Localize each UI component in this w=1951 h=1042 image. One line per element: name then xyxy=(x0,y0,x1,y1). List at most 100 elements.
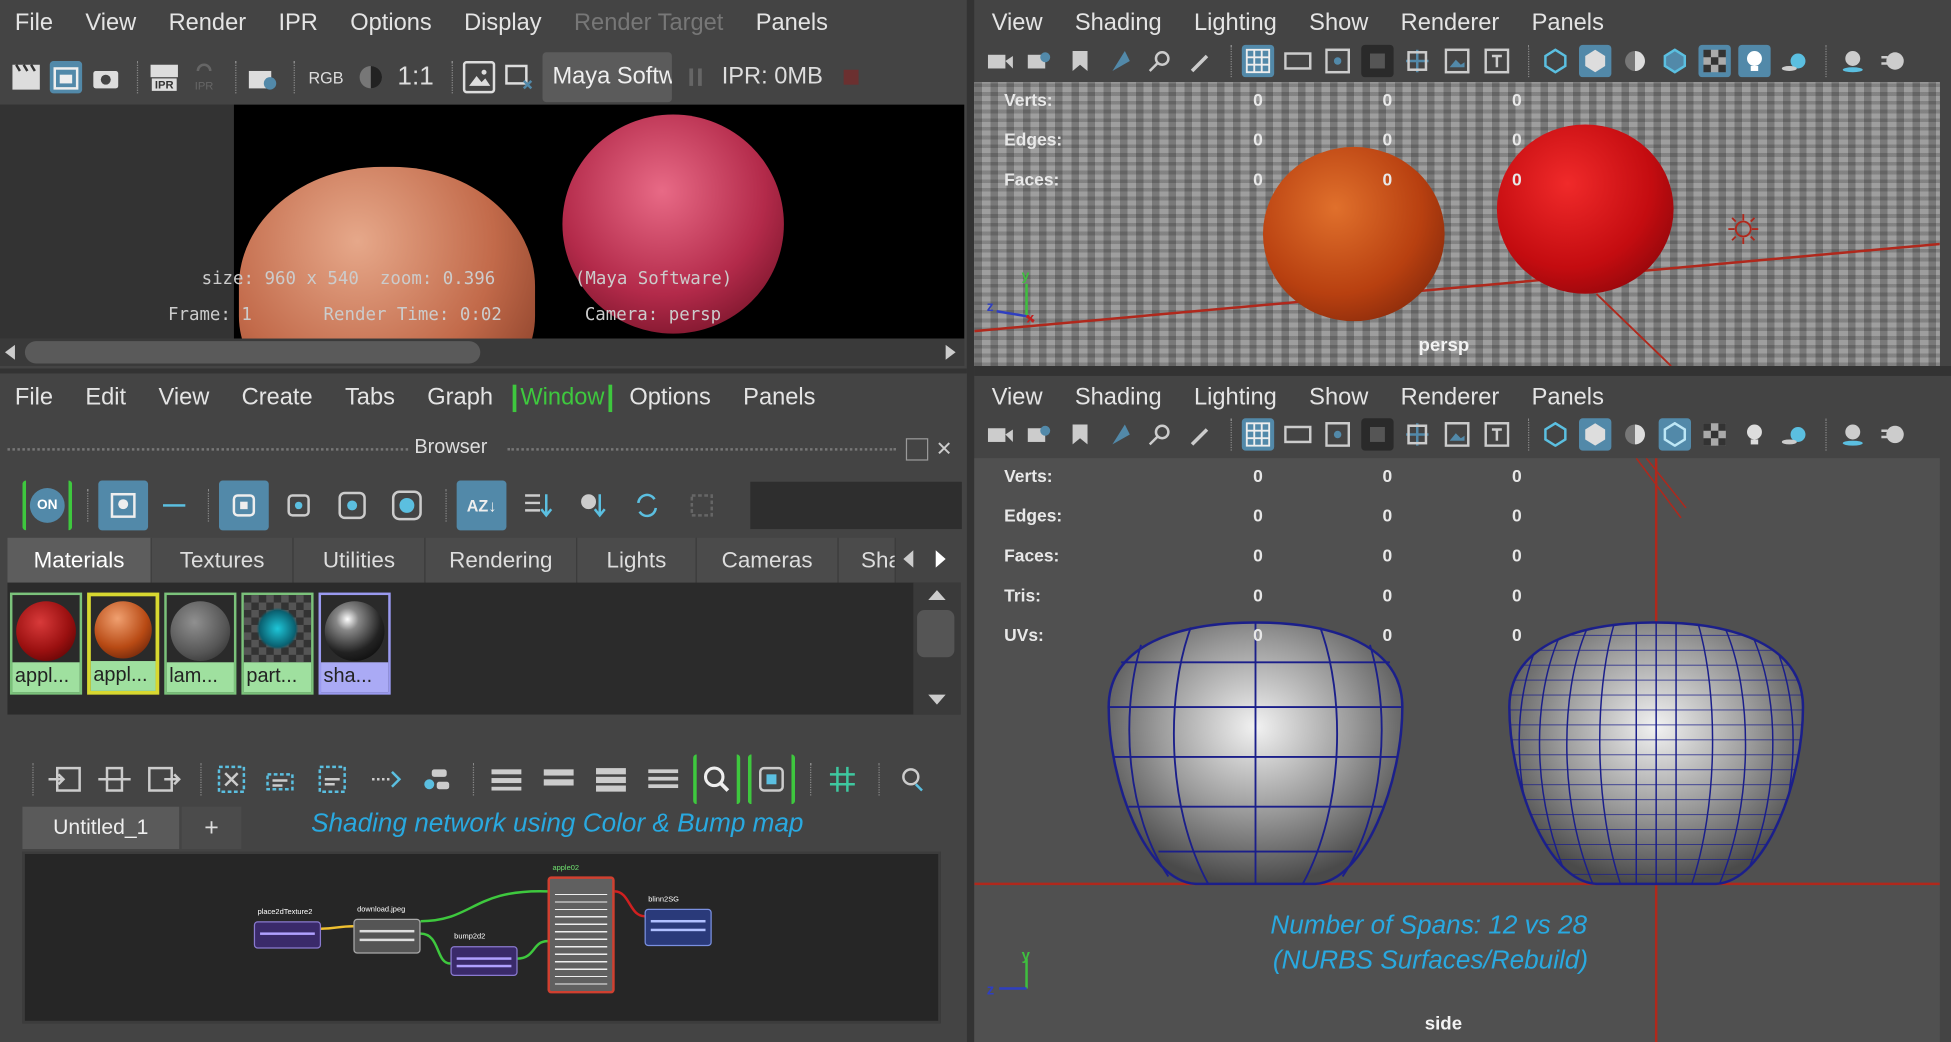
refresh-ipr-icon[interactable]: IPR xyxy=(188,61,220,93)
menu-options[interactable]: Options xyxy=(629,385,710,412)
textured-icon[interactable] xyxy=(1698,418,1730,450)
light-locator-icon[interactable] xyxy=(1726,212,1761,247)
smooth-shade-icon[interactable] xyxy=(1579,44,1612,78)
textured-icon[interactable] xyxy=(1698,44,1731,78)
2d-pan-zoom-icon[interactable] xyxy=(1144,418,1176,450)
custom-mode-icon[interactable] xyxy=(641,758,686,800)
output-connections-icon[interactable] xyxy=(143,758,185,800)
input-connections-icon[interactable] xyxy=(44,758,86,800)
scroll-right-arrow[interactable] xyxy=(945,344,956,360)
material-swatch[interactable]: part... xyxy=(241,592,314,695)
tab-utilities[interactable]: Utilities xyxy=(293,537,426,583)
menu-panels[interactable]: Panels xyxy=(1532,10,1604,37)
graph-tab-untitled[interactable]: Untitled_1 xyxy=(22,806,180,850)
camera-icon[interactable] xyxy=(984,418,1016,450)
render-clapper-icon[interactable] xyxy=(10,61,42,93)
field-chart-icon[interactable] xyxy=(1401,418,1433,450)
material-swatch[interactable]: appl... xyxy=(87,592,160,695)
film-gate-icon[interactable] xyxy=(1282,418,1314,450)
menu-view[interactable]: View xyxy=(992,385,1043,412)
add-selected-icon[interactable] xyxy=(259,758,304,800)
use-all-lights-icon[interactable] xyxy=(1738,44,1771,78)
display-image-icon[interactable] xyxy=(462,61,496,94)
render-horizontal-scrollbar[interactable] xyxy=(0,338,965,367)
menu-window[interactable]: Window xyxy=(512,384,612,413)
menu-render-target[interactable]: Render Target xyxy=(574,10,723,37)
render-settings-icon[interactable] xyxy=(246,61,278,93)
search-nodes-icon[interactable] xyxy=(693,754,741,805)
tab-scroll-left-icon[interactable] xyxy=(903,550,914,568)
menu-shading[interactable]: Shading xyxy=(1075,10,1162,37)
sort-by-type-icon[interactable] xyxy=(514,481,561,531)
safe-title-icon[interactable] xyxy=(1481,418,1513,450)
snapshot-icon[interactable] xyxy=(90,61,122,93)
bookmark-icon[interactable] xyxy=(1064,45,1096,77)
grease-pencil-icon[interactable] xyxy=(1183,418,1215,450)
gate-mask-icon[interactable] xyxy=(1361,418,1394,451)
default-material-icon[interactable] xyxy=(1619,45,1651,77)
menu-view[interactable]: View xyxy=(85,10,136,37)
material-swatch[interactable]: appl... xyxy=(9,592,83,695)
menu-options[interactable]: Options xyxy=(350,10,431,37)
tab-scroll-right-icon[interactable] xyxy=(935,550,946,568)
grid-toggle-icon[interactable] xyxy=(1241,418,1275,451)
menu-file[interactable]: File xyxy=(15,385,53,412)
default-material-icon[interactable] xyxy=(1619,418,1651,450)
tab-lights[interactable]: Lights xyxy=(577,537,697,583)
wireframe-on-shaded-icon[interactable] xyxy=(1658,418,1692,451)
menu-renderer[interactable]: Renderer xyxy=(1401,385,1500,412)
menu-display[interactable]: Display xyxy=(464,10,542,37)
simple-mode-icon[interactable] xyxy=(484,758,529,800)
menu-renderer[interactable]: Renderer xyxy=(1401,10,1500,37)
input-output-connections-icon[interactable] xyxy=(93,758,135,800)
grease-pencil-icon[interactable] xyxy=(1183,45,1215,77)
safe-title-icon[interactable] xyxy=(1481,45,1513,77)
menu-view[interactable]: View xyxy=(158,385,209,412)
tab-materials[interactable]: Materials xyxy=(7,537,152,583)
camera-icon[interactable] xyxy=(984,45,1016,77)
menu-view[interactable]: View xyxy=(992,10,1043,37)
connected-mode-icon[interactable] xyxy=(536,758,581,800)
renderer-select[interactable]: Maya Softw xyxy=(542,52,672,103)
browser-search-field[interactable] xyxy=(750,481,962,530)
sort-by-name-icon[interactable]: AZ↓ xyxy=(456,480,507,531)
menu-file[interactable]: File xyxy=(15,10,53,37)
render-region-icon[interactable] xyxy=(49,61,83,94)
nurbs-sphere-28-spans[interactable] xyxy=(1504,620,1808,886)
node-blinn-sg[interactable]: blinn2SG xyxy=(644,896,712,947)
ipr-render-icon[interactable]: IPR xyxy=(148,61,180,93)
pin-selected-icon[interactable] xyxy=(416,758,458,800)
remove-image-icon[interactable] xyxy=(503,61,535,93)
gate-mask-icon[interactable] xyxy=(1361,44,1394,78)
real-size-button[interactable]: 1:1 xyxy=(394,61,436,93)
2d-pan-zoom-icon[interactable] xyxy=(1144,45,1176,77)
material-swatch[interactable]: lam... xyxy=(164,592,237,695)
tab-cameras[interactable]: Cameras xyxy=(696,537,839,583)
menu-graph[interactable]: Graph xyxy=(427,385,493,412)
node-bump2d[interactable]: bump2d2 xyxy=(450,934,518,977)
sort-by-time-icon[interactable] xyxy=(569,481,616,531)
graph-layout-icon[interactable] xyxy=(363,758,408,800)
grid-toggle-icon[interactable] xyxy=(1241,44,1275,78)
resolution-gate-icon[interactable] xyxy=(1321,45,1353,77)
dock-icon[interactable] xyxy=(678,481,725,531)
frame-all-icon[interactable] xyxy=(747,754,796,805)
menu-panels[interactable]: Panels xyxy=(1532,385,1604,412)
menu-edit[interactable]: Edit xyxy=(85,385,126,412)
wireframe-on-shaded-icon[interactable] xyxy=(1659,45,1691,77)
wireframe-icon[interactable] xyxy=(1539,418,1571,450)
field-chart-icon[interactable] xyxy=(1401,45,1433,77)
pause-icon[interactable] xyxy=(679,61,711,93)
nurbs-sphere-12-spans[interactable] xyxy=(1104,620,1408,886)
resolution-gate-icon[interactable] xyxy=(1321,418,1353,450)
add-graph-tab-button[interactable]: + xyxy=(181,806,242,850)
image-plane-icon[interactable] xyxy=(1104,45,1136,77)
node-download-jpeg[interactable]: download.jpeg xyxy=(353,906,421,954)
rgb-channel-button[interactable]: RGB xyxy=(305,61,347,93)
grid-snap-icon[interactable] xyxy=(821,758,863,800)
scroll-thumb[interactable] xyxy=(24,341,481,364)
use-all-lights-icon[interactable] xyxy=(1738,418,1770,450)
exposure-icon[interactable] xyxy=(355,61,387,93)
swatch-view-icon[interactable] xyxy=(98,480,149,531)
film-gate-icon[interactable] xyxy=(1282,45,1314,77)
